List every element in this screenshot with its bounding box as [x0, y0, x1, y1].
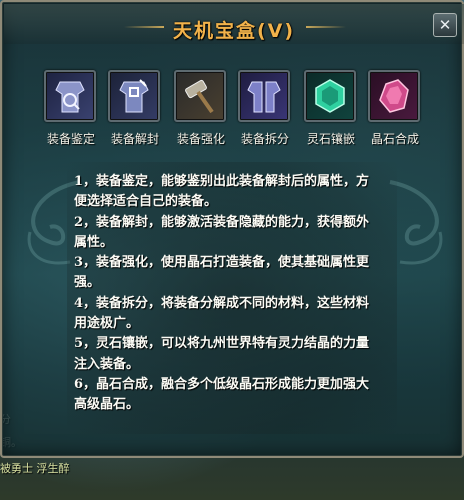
- tool-label: 灵石镶嵌: [306, 132, 355, 146]
- tool-armor-identify-button[interactable]: 装备鉴定: [44, 70, 100, 146]
- tool-armor-enhance-button[interactable]: 装备强化: [174, 70, 230, 146]
- red-crystal-icon-frame: [368, 70, 420, 122]
- green-gem-icon: [315, 79, 345, 113]
- hammer-icon: [185, 79, 214, 114]
- description-item: 3，装备强化，使用晶石打造装备，使其基础属性更强。: [74, 255, 370, 291]
- description-item: 2，装备解封，能够激活装备隐藏的能力，获得额外属性。: [74, 214, 370, 250]
- tool-armor-split-button[interactable]: 装备拆分: [238, 70, 294, 146]
- close-icon: ✕: [438, 16, 452, 34]
- tool-armor-unseal-button[interactable]: 装备解封: [108, 70, 164, 146]
- tool-label: 装备解封: [110, 132, 159, 146]
- green-gem-icon-frame: [304, 70, 356, 122]
- armor-split-icon: [247, 81, 281, 113]
- description-item: 5，灵石镶嵌，可以将九州世界特有灵力结晶的力量注入装备。: [74, 336, 370, 372]
- armor-unseal-icon-frame: [108, 70, 160, 122]
- hammer-icon-frame: [174, 70, 226, 122]
- tool-gem-inlay-button[interactable]: 灵石镶嵌: [304, 70, 360, 146]
- feature-description: 1，装备鉴定，能够鉴别出此装备解封后的属性，方便选择适合自己的装备。 2，装备解…: [74, 172, 374, 416]
- red-crystal-icon: [379, 79, 409, 113]
- tool-label: 晶石合成: [370, 132, 419, 146]
- tool-label: 装备鉴定: [46, 132, 95, 146]
- description-item: 4，装备拆分，将装备分解成不同的材料，这些材料用途极广。: [74, 295, 370, 332]
- armor-split-icon-frame: [238, 70, 290, 122]
- tool-label: 装备强化: [176, 132, 225, 146]
- window-title: 天机宝盒(V): [172, 20, 296, 42]
- title-bar[interactable]: 天机宝盒(V): [4, 4, 464, 44]
- armor-identify-icon-frame: [44, 70, 96, 122]
- armor-unseal-icon: [119, 79, 149, 113]
- armor-identify-icon: [55, 81, 85, 113]
- description-item: 6，晶石合成，融合多个低级晶石形成能力更加强大高级晶石。: [74, 376, 370, 413]
- description-item: 1，装备鉴定，能够鉴别出此装备解封后的属性，方便选择适合自己的装备。: [74, 174, 370, 210]
- tool-crystal-synthesis-button[interactable]: 晶石合成: [368, 70, 424, 146]
- chat-line-3: 被勇士 浮生醉: [0, 462, 70, 475]
- close-button[interactable]: ✕: [433, 13, 457, 37]
- tool-label: 装备拆分: [240, 132, 289, 146]
